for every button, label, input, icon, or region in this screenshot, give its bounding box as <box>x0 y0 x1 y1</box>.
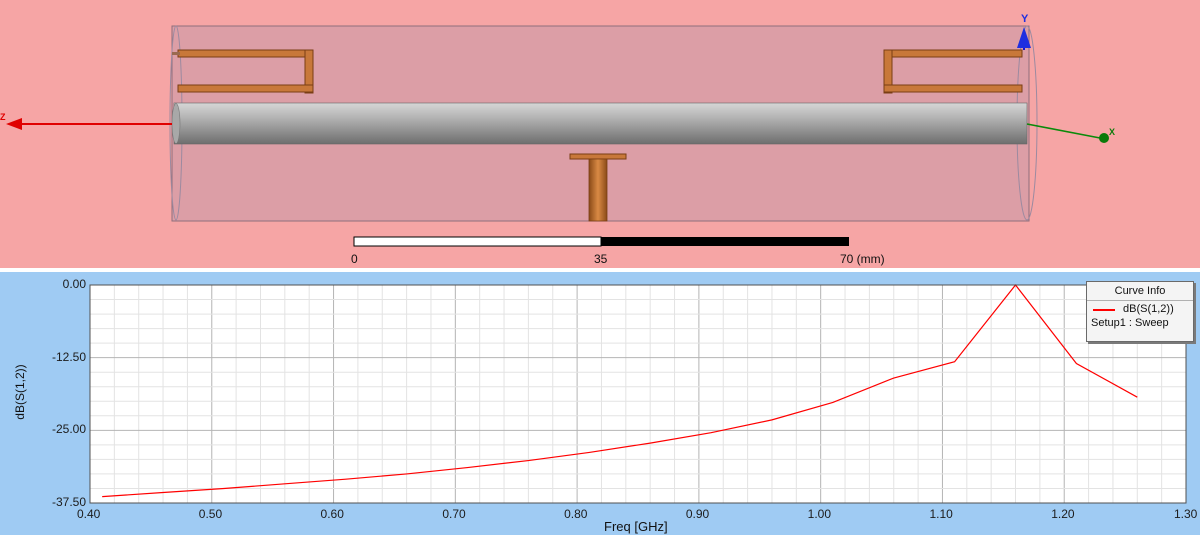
y-tick-label: -37.50 <box>51 495 86 509</box>
x-tick-label: 1.30 <box>1174 507 1198 521</box>
x-tick-label: 0.40 <box>77 507 101 521</box>
x-tick-label: 1.20 <box>1051 507 1075 521</box>
x-tick-label: 0.50 <box>198 507 223 521</box>
x-tick-label: 0.60 <box>320 507 344 521</box>
y-tick-label: -12.50 <box>51 349 86 364</box>
x-tick-label: 1.10 <box>929 507 953 521</box>
y-tick-label: -25.00 <box>51 422 86 437</box>
x-tick-label: 0.90 <box>685 507 710 521</box>
y-axis-title: dB(S(1,2)) <box>13 364 27 420</box>
y-tick-label: 0.00 <box>62 277 86 291</box>
plot-area[interactable] <box>90 285 1186 503</box>
legend-entry-name[interactable]: dB(S(1,2)) <box>1123 303 1174 315</box>
x-tick-label: 1.00 <box>807 507 832 521</box>
x-tick-label: 0.80 <box>564 507 588 521</box>
legend-title: Curve Info <box>1087 285 1193 301</box>
legend-entry-setup: Setup1 : Sweep <box>1091 317 1169 329</box>
x-tick-label: 0.70 <box>442 507 466 521</box>
legend-swatch <box>1093 309 1115 311</box>
curve-info-legend[interactable]: Curve Info dB(S(1,2)) Setup1 : Sweep <box>1086 281 1194 342</box>
x-axis-title: Freq [GHz] <box>604 519 668 534</box>
s12-chart <box>89 284 1187 504</box>
